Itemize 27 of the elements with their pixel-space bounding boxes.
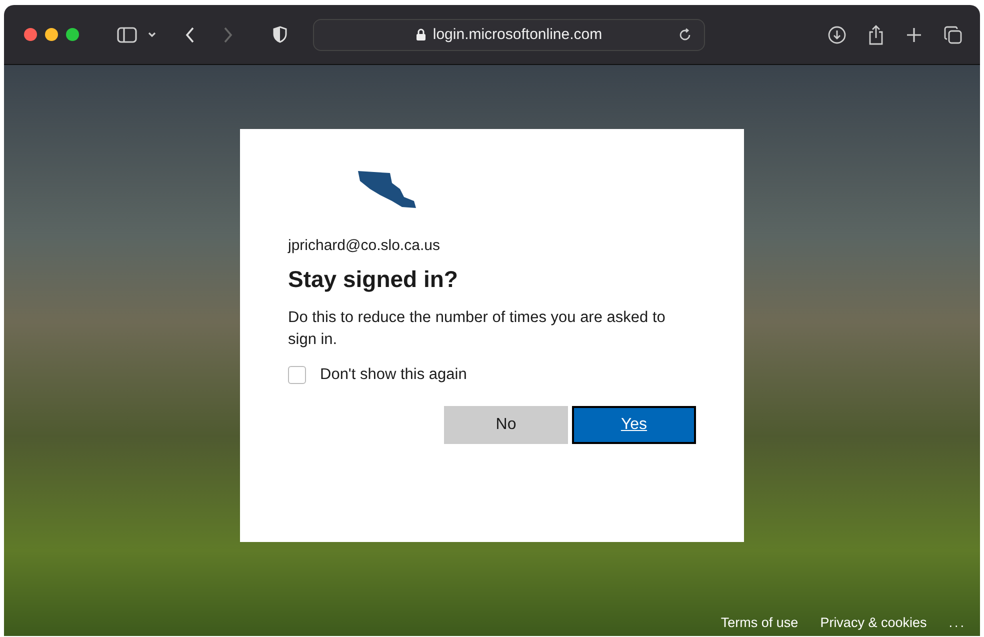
close-window-button[interactable]	[24, 28, 37, 41]
checkbox[interactable]	[288, 366, 306, 384]
zoom-window-button[interactable]	[66, 28, 79, 41]
footer-link[interactable]: Privacy & cookies	[820, 615, 927, 630]
dialog-description: Do this to reduce the number of times you are asked to sign in.	[288, 308, 666, 350]
dialog-title: Stay signed in?	[288, 266, 459, 293]
county-map-logo	[356, 169, 418, 209]
account-email: jprichard@co.slo.ca.us	[288, 237, 441, 254]
address-bar[interactable]: login.microsoftonline.com	[313, 18, 705, 50]
minimize-window-button[interactable]	[45, 28, 58, 41]
lock-icon	[416, 28, 426, 41]
plus-icon[interactable]	[906, 26, 922, 42]
url-text: login.microsoftonline.com	[432, 26, 602, 43]
share-icon[interactable]	[868, 24, 884, 44]
sidebar-icon[interactable]	[117, 26, 137, 42]
yes-button[interactable]: Yes	[572, 406, 696, 444]
chevron-down-icon[interactable]	[147, 30, 157, 38]
back-icon[interactable]	[185, 26, 195, 42]
forward-icon[interactable]	[223, 26, 233, 42]
more-options-button[interactable]: ...	[948, 615, 966, 630]
footer-link[interactable]: Terms of use	[720, 615, 798, 630]
reload-icon[interactable]	[678, 28, 692, 42]
checkbox-label: Don't show this again	[320, 366, 467, 384]
no-button[interactable]: No	[444, 406, 568, 444]
download-icon[interactable]	[828, 26, 846, 44]
tabs-overview-icon[interactable]	[944, 26, 962, 44]
shield-icon[interactable]	[273, 26, 287, 43]
